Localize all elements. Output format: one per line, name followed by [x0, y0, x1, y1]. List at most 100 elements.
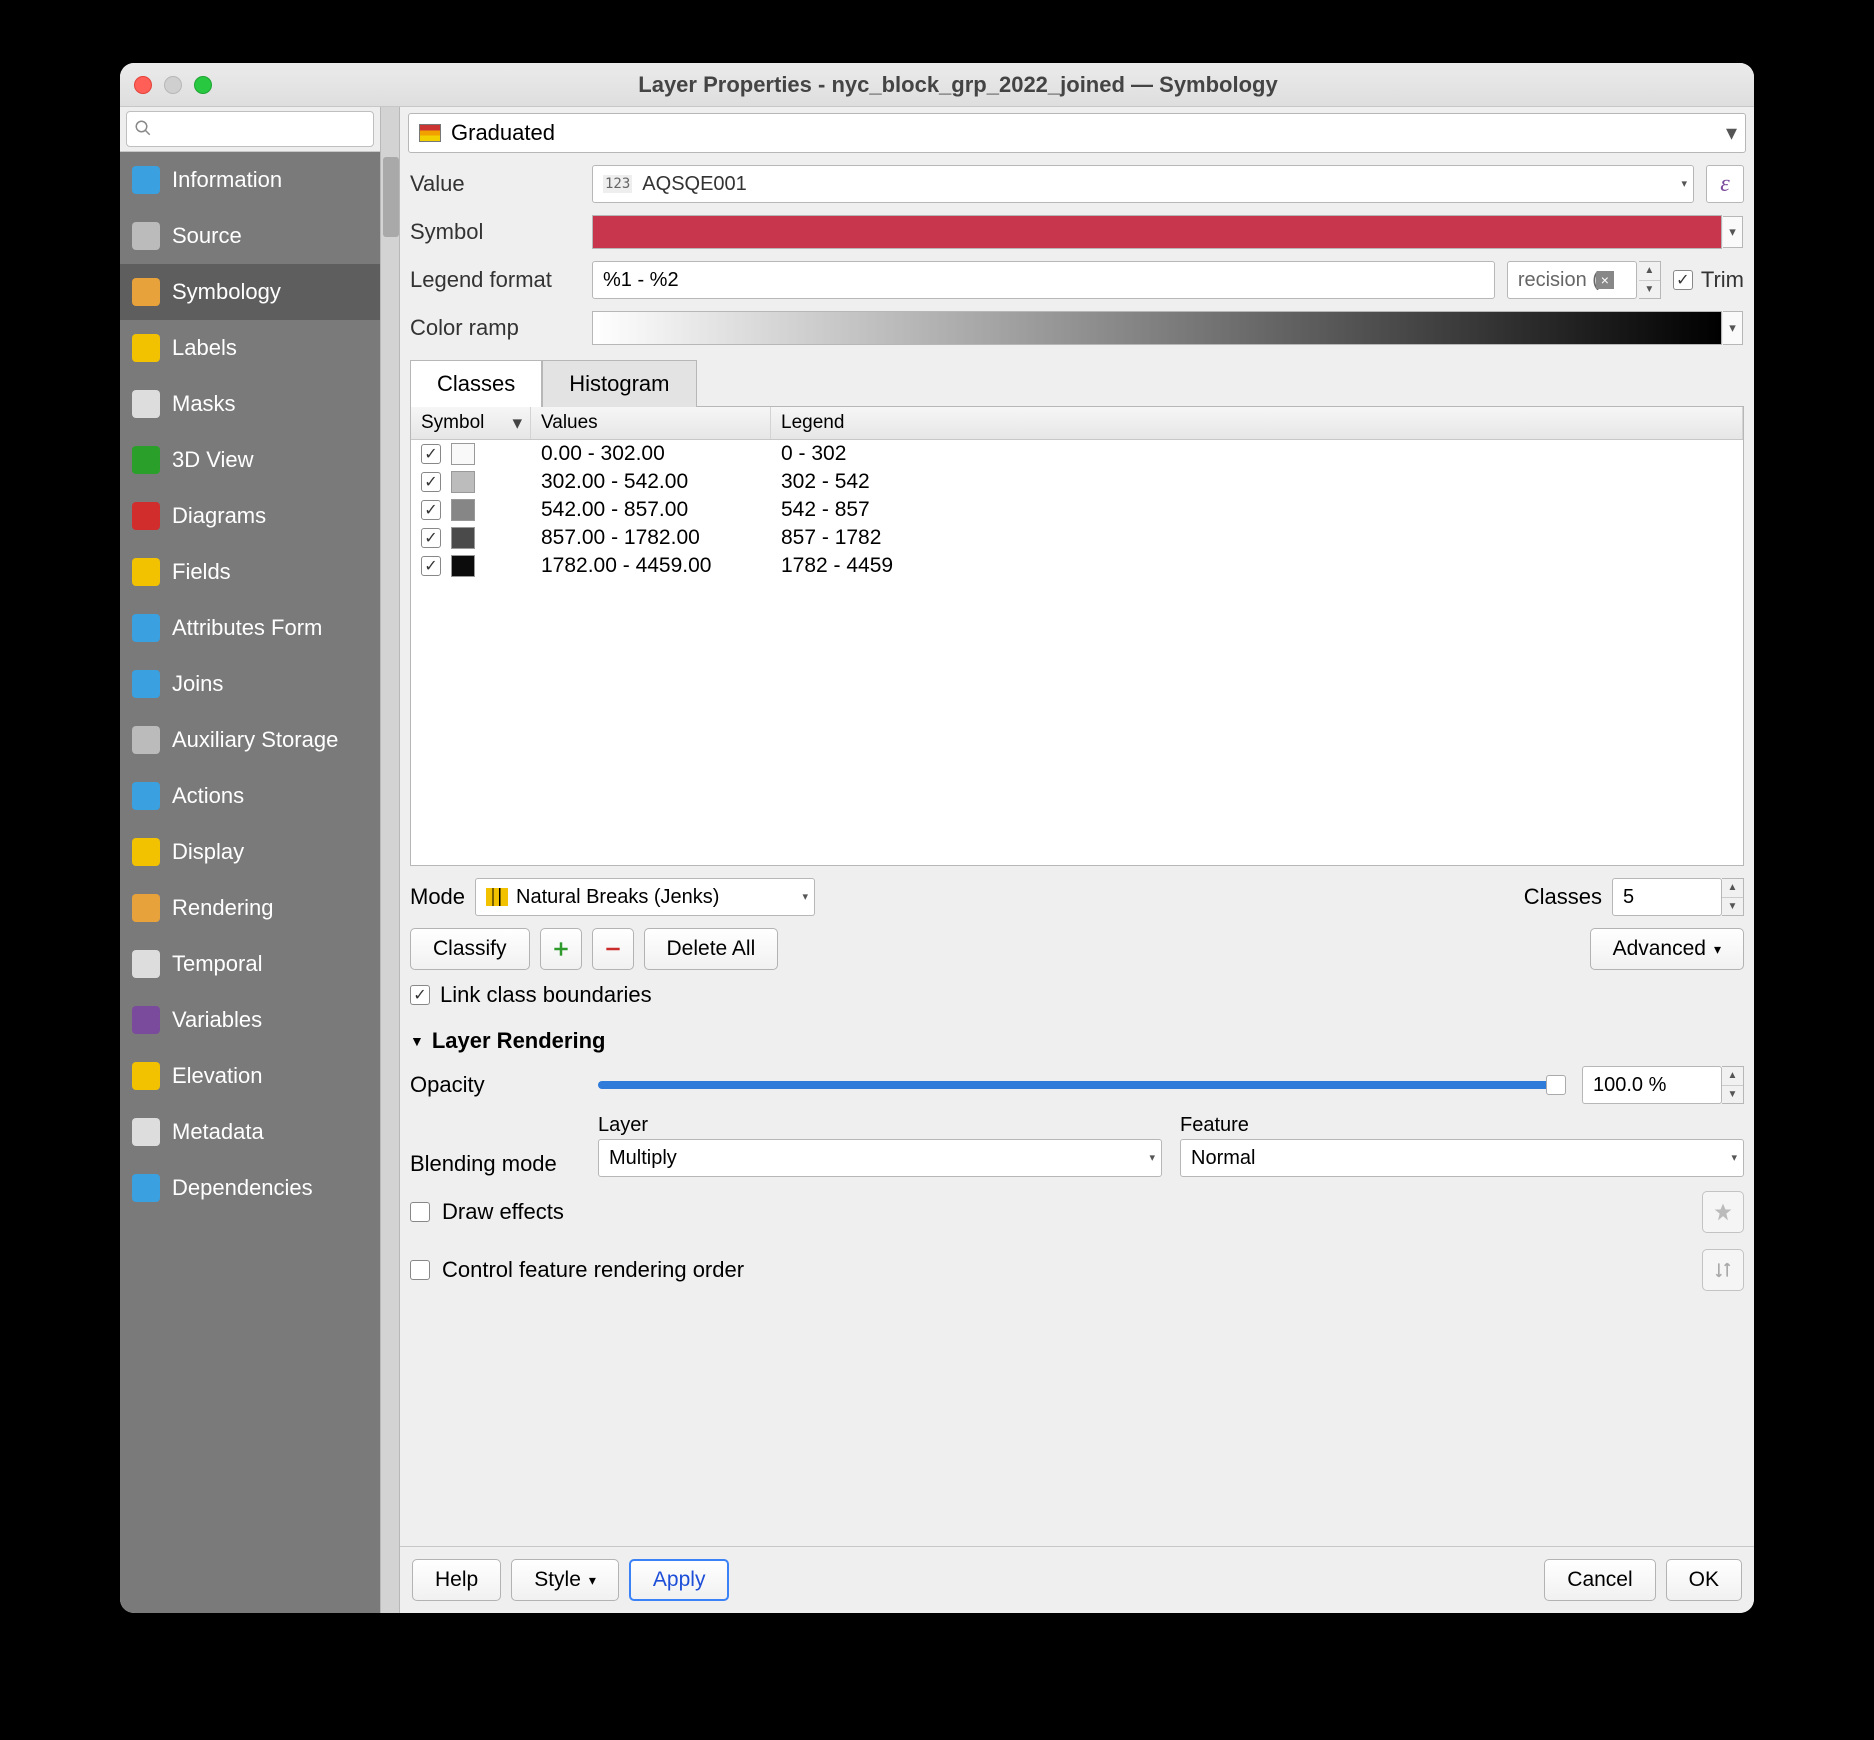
trim-checkbox[interactable] — [1673, 270, 1693, 290]
cancel-button[interactable]: Cancel — [1544, 1559, 1655, 1601]
col-symbol[interactable]: Symbol — [411, 407, 531, 439]
chevron-down-icon: ▾ — [1681, 181, 1687, 187]
draw-effects-checkbox[interactable] — [410, 1202, 430, 1222]
class-values[interactable]: 302.00 - 542.00 — [541, 470, 781, 494]
opacity-input[interactable] — [1582, 1066, 1722, 1104]
sidebar-item-fields[interactable]: Fields — [120, 544, 380, 600]
sidebar-item-3d-view[interactable]: 3D View — [120, 432, 380, 488]
slider-thumb[interactable] — [1546, 1075, 1566, 1095]
sidebar-item-rendering[interactable]: Rendering — [120, 880, 380, 936]
value-field-select[interactable]: 123 AQSQE001 ▾ — [592, 165, 1694, 203]
layer-rendering-toggle[interactable]: ▼ Layer Rendering — [400, 1008, 1754, 1062]
sidebar-item-information[interactable]: Information — [120, 152, 380, 208]
layer-blend-mode-select[interactable]: Multiply ▾ — [598, 1139, 1162, 1177]
sidebar-item-icon — [132, 1062, 160, 1090]
style-button[interactable]: Style▾ — [511, 1559, 619, 1601]
class-row[interactable]: 0.00 - 302.000 - 302 — [411, 440, 1743, 468]
precision-input[interactable]: recision ( × — [1507, 261, 1637, 299]
sidebar-item-icon — [132, 838, 160, 866]
class-row[interactable]: 857.00 - 1782.00857 - 1782 — [411, 524, 1743, 552]
class-swatch[interactable] — [451, 499, 475, 521]
close-window-button[interactable] — [134, 76, 152, 94]
sidebar-item-source[interactable]: Source — [120, 208, 380, 264]
class-visible-checkbox[interactable] — [421, 472, 441, 492]
class-values[interactable]: 0.00 - 302.00 — [541, 442, 781, 466]
class-legend[interactable]: 302 - 542 — [781, 470, 1733, 494]
sidebar-item-display[interactable]: Display — [120, 824, 380, 880]
sidebar-item-dependencies[interactable]: Dependencies — [120, 1160, 380, 1216]
sidebar-item-icon — [132, 1174, 160, 1202]
sidebar-item-symbology[interactable]: Symbology — [120, 264, 380, 320]
scrollbar-thumb[interactable] — [383, 157, 399, 237]
chevron-down-icon: ▾ — [1726, 120, 1737, 146]
class-swatch[interactable] — [451, 471, 475, 493]
precision-spinner[interactable]: ▲▼ — [1639, 261, 1661, 299]
class-swatch[interactable] — [451, 443, 475, 465]
col-legend[interactable]: Legend — [771, 407, 1743, 439]
rendering-order-config-button[interactable] — [1702, 1249, 1744, 1291]
col-values[interactable]: Values — [531, 407, 771, 439]
remove-class-button[interactable] — [592, 928, 634, 970]
class-swatch[interactable] — [451, 555, 475, 577]
maximize-window-button[interactable] — [194, 76, 212, 94]
clear-icon[interactable]: × — [1596, 271, 1614, 289]
class-legend[interactable]: 0 - 302 — [781, 442, 1733, 466]
symbol-dropdown-button[interactable]: ▾ — [1723, 216, 1743, 248]
opacity-slider[interactable] — [598, 1081, 1564, 1089]
class-values[interactable]: 1782.00 - 4459.00 — [541, 554, 781, 578]
class-legend[interactable]: 857 - 1782 — [781, 526, 1733, 550]
mode-select[interactable]: Natural Breaks (Jenks) ▾ — [475, 878, 815, 916]
class-row[interactable]: 542.00 - 857.00542 - 857 — [411, 496, 1743, 524]
sidebar-item-auxiliary-storage[interactable]: Auxiliary Storage — [120, 712, 380, 768]
feature-blend-mode-select[interactable]: Normal ▾ — [1180, 1139, 1744, 1177]
sidebar-item-metadata[interactable]: Metadata — [120, 1104, 380, 1160]
link-class-boundaries-checkbox[interactable] — [410, 985, 430, 1005]
sidebar-item-diagrams[interactable]: Diagrams — [120, 488, 380, 544]
classify-button[interactable]: Classify — [410, 928, 530, 970]
advanced-button[interactable]: Advanced▾ — [1590, 928, 1744, 970]
color-ramp-dropdown-button[interactable]: ▾ — [1723, 311, 1743, 345]
sidebar-item-attributes-form[interactable]: Attributes Form — [120, 600, 380, 656]
control-rendering-order-checkbox[interactable] — [410, 1260, 430, 1280]
classes-count-spinner[interactable]: ▲▼ — [1722, 878, 1744, 916]
class-visible-checkbox[interactable] — [421, 444, 441, 464]
symbol-preview-button[interactable]: ▾ — [592, 215, 1722, 249]
tab-classes[interactable]: Classes — [410, 360, 542, 407]
class-values[interactable]: 857.00 - 1782.00 — [541, 526, 781, 550]
class-swatch[interactable] — [451, 527, 475, 549]
sidebar-item-labels[interactable]: Labels — [120, 320, 380, 376]
class-visible-checkbox[interactable] — [421, 528, 441, 548]
expression-builder-button[interactable]: ε — [1706, 165, 1744, 203]
sidebar-search-input[interactable] — [126, 111, 374, 147]
tab-histogram[interactable]: Histogram — [542, 360, 696, 407]
draw-effects-label: Draw effects — [442, 1199, 564, 1225]
delete-all-button[interactable]: Delete All — [644, 928, 779, 970]
draw-effects-config-button[interactable] — [1702, 1191, 1744, 1233]
class-visible-checkbox[interactable] — [421, 500, 441, 520]
class-row[interactable]: 1782.00 - 4459.001782 - 4459 — [411, 552, 1743, 580]
opacity-spinner[interactable]: ▲▼ — [1722, 1066, 1744, 1104]
class-row[interactable]: 302.00 - 542.00302 - 542 — [411, 468, 1743, 496]
color-ramp-button[interactable]: ▾ — [592, 311, 1722, 345]
sidebar-item-masks[interactable]: Masks — [120, 376, 380, 432]
ok-button[interactable]: OK — [1666, 1559, 1742, 1601]
class-visible-checkbox[interactable] — [421, 556, 441, 576]
sidebar-item-elevation[interactable]: Elevation — [120, 1048, 380, 1104]
sidebar-item-temporal[interactable]: Temporal — [120, 936, 380, 992]
class-legend[interactable]: 542 - 857 — [781, 498, 1733, 522]
sidebar-item-variables[interactable]: Variables — [120, 992, 380, 1048]
class-values[interactable]: 542.00 - 857.00 — [541, 498, 781, 522]
sidebar-scrollbar[interactable] — [380, 107, 400, 1613]
sidebar-item-joins[interactable]: Joins — [120, 656, 380, 712]
legend-format-input[interactable] — [592, 261, 1495, 299]
apply-button[interactable]: Apply — [629, 1559, 730, 1601]
sidebar-item-label: Variables — [172, 1007, 368, 1033]
classes-count-input[interactable] — [1612, 878, 1722, 916]
minimize-window-button[interactable] — [164, 76, 182, 94]
renderer-type-select[interactable]: Graduated ▾ — [408, 113, 1746, 153]
add-class-button[interactable] — [540, 928, 582, 970]
sidebar-item-label: Temporal — [172, 951, 368, 977]
class-legend[interactable]: 1782 - 4459 — [781, 554, 1733, 578]
help-button[interactable]: Help — [412, 1559, 501, 1601]
sidebar-item-actions[interactable]: Actions — [120, 768, 380, 824]
